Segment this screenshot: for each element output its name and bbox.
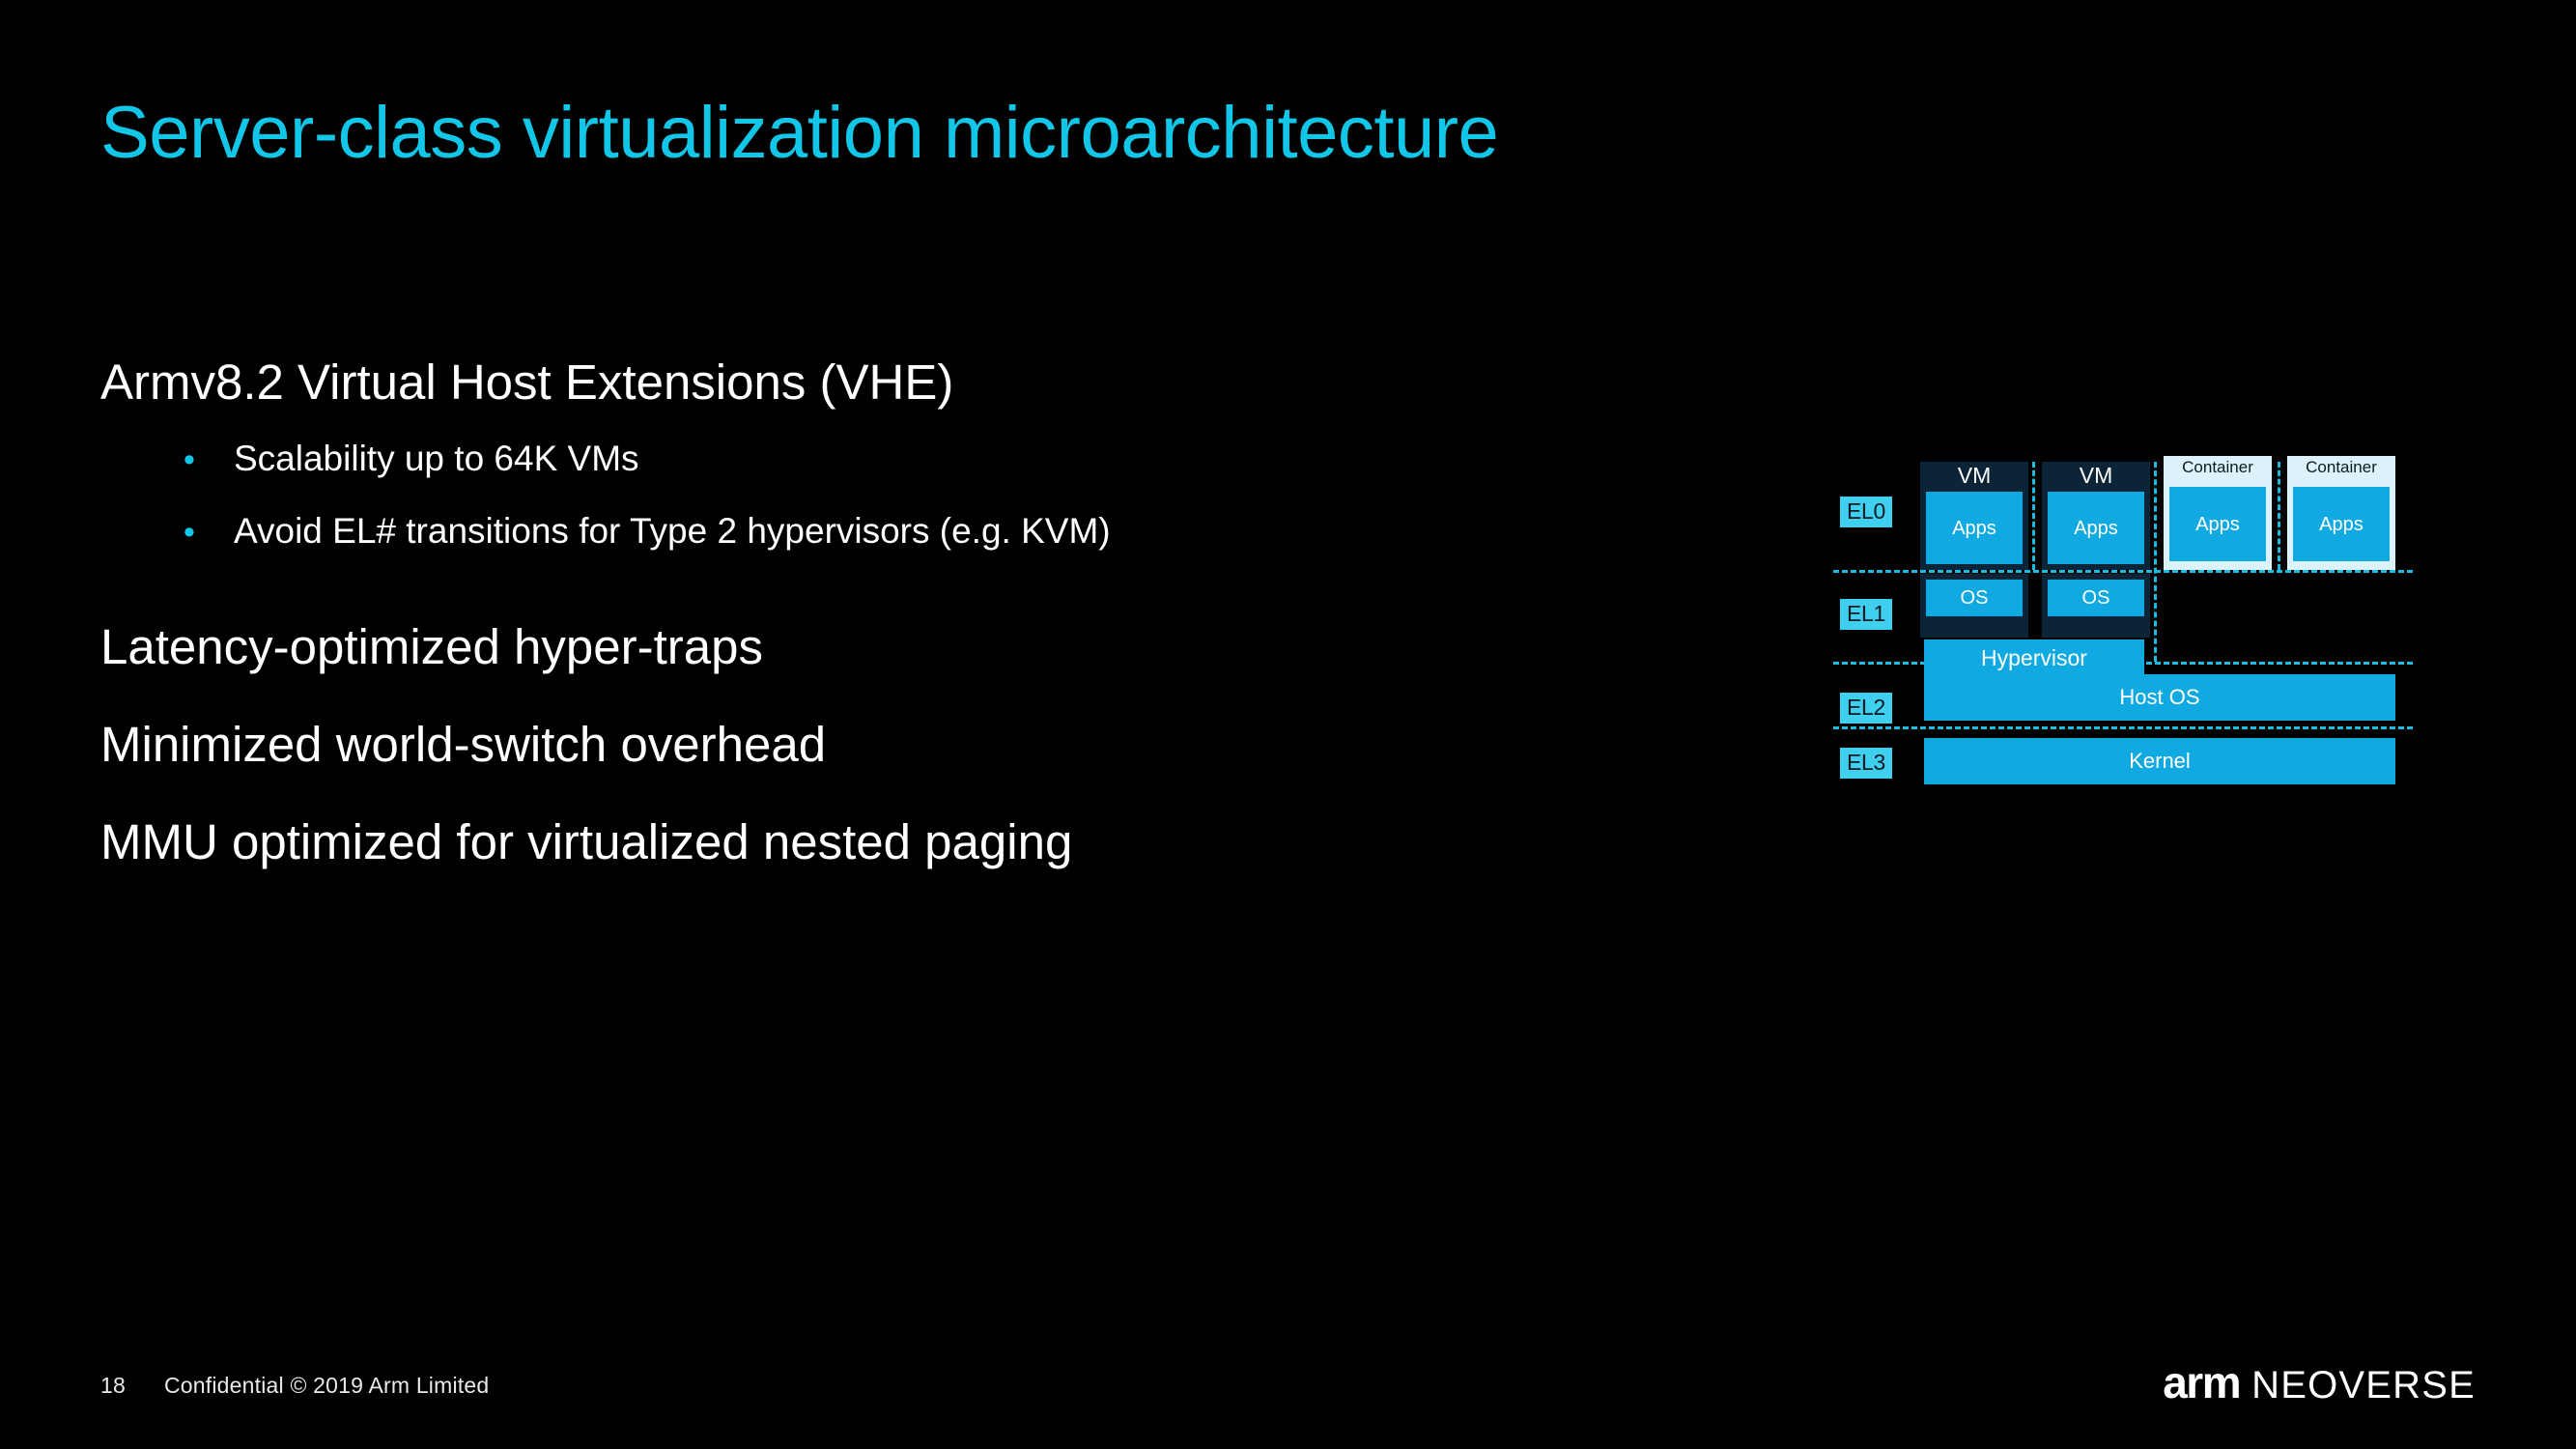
hypervisor-box: Hypervisor xyxy=(1924,639,2144,676)
heading-vhe: Armv8.2 Virtual Host Extensions (VHE) xyxy=(100,355,954,410)
body-content: Armv8.2 Virtual Host Extensions (VHE) • … xyxy=(100,357,1549,867)
arm-wordmark: arm xyxy=(2163,1357,2241,1407)
container-title-label: Container xyxy=(2306,458,2377,476)
divider-col3-col4 xyxy=(2278,462,2280,570)
divider-col2-col3 xyxy=(2154,462,2157,662)
vm-title-label: VM xyxy=(1957,463,1992,488)
list-item: • Avoid EL# transitions for Type 2 hyper… xyxy=(184,510,1549,552)
apps-box-container2: Apps xyxy=(2293,487,2390,561)
divider-col1-col2 xyxy=(2032,462,2035,570)
page-title: Server-class virtualization microarchite… xyxy=(100,92,1499,174)
divider-el0-el1 xyxy=(1833,570,2413,573)
apps-box-container1: Apps xyxy=(2169,487,2266,561)
os-box-vm1: OS xyxy=(1926,580,2023,616)
apps-box-vm1: Apps xyxy=(1926,492,2023,564)
host-os-box: Host OS xyxy=(1924,674,2395,721)
virtualization-stack-diagram: EL0 EL1 EL2 EL3 VM Apps OS VM Apps OS Hy… xyxy=(1833,446,2413,862)
vm-title-label: VM xyxy=(2079,463,2113,488)
el-badge-el1: EL1 xyxy=(1840,599,1892,630)
neoverse-wordmark: NEOVERSE xyxy=(2251,1364,2476,1406)
kernel-box: Kernel xyxy=(1924,738,2395,784)
heading-latency: Latency-optimized hyper-traps xyxy=(100,619,763,675)
apps-box-vm2: Apps xyxy=(2048,492,2144,564)
bullet-dot-icon: • xyxy=(184,441,195,478)
heading-world-switch: Minimized world-switch overhead xyxy=(100,717,827,773)
bullet-label: Scalability up to 64K VMs xyxy=(234,439,639,478)
arm-neoverse-logo: arm NEOVERSE xyxy=(2163,1360,2476,1405)
divider-el2-el3 xyxy=(1833,726,2413,729)
bullet-label: Avoid EL# transitions for Type 2 hypervi… xyxy=(234,510,1111,551)
confidential-notice: Confidential © 2019 Arm Limited xyxy=(163,1373,490,1398)
el-badge-el2: EL2 xyxy=(1840,693,1892,724)
page-number: 18 xyxy=(100,1373,126,1398)
bullet-dot-icon: • xyxy=(184,513,195,551)
os-box-vm2: OS xyxy=(2048,580,2144,616)
footer: 18 Confidential © 2019 Arm Limited xyxy=(100,1373,489,1399)
heading-mmu: MMU optimized for virtualized nested pag… xyxy=(100,814,1073,870)
container-title-label: Container xyxy=(2182,458,2253,476)
list-item: • Scalability up to 64K VMs xyxy=(184,439,1549,479)
el-badge-el3: EL3 xyxy=(1840,748,1892,779)
el-badge-el0: EL0 xyxy=(1840,497,1892,527)
